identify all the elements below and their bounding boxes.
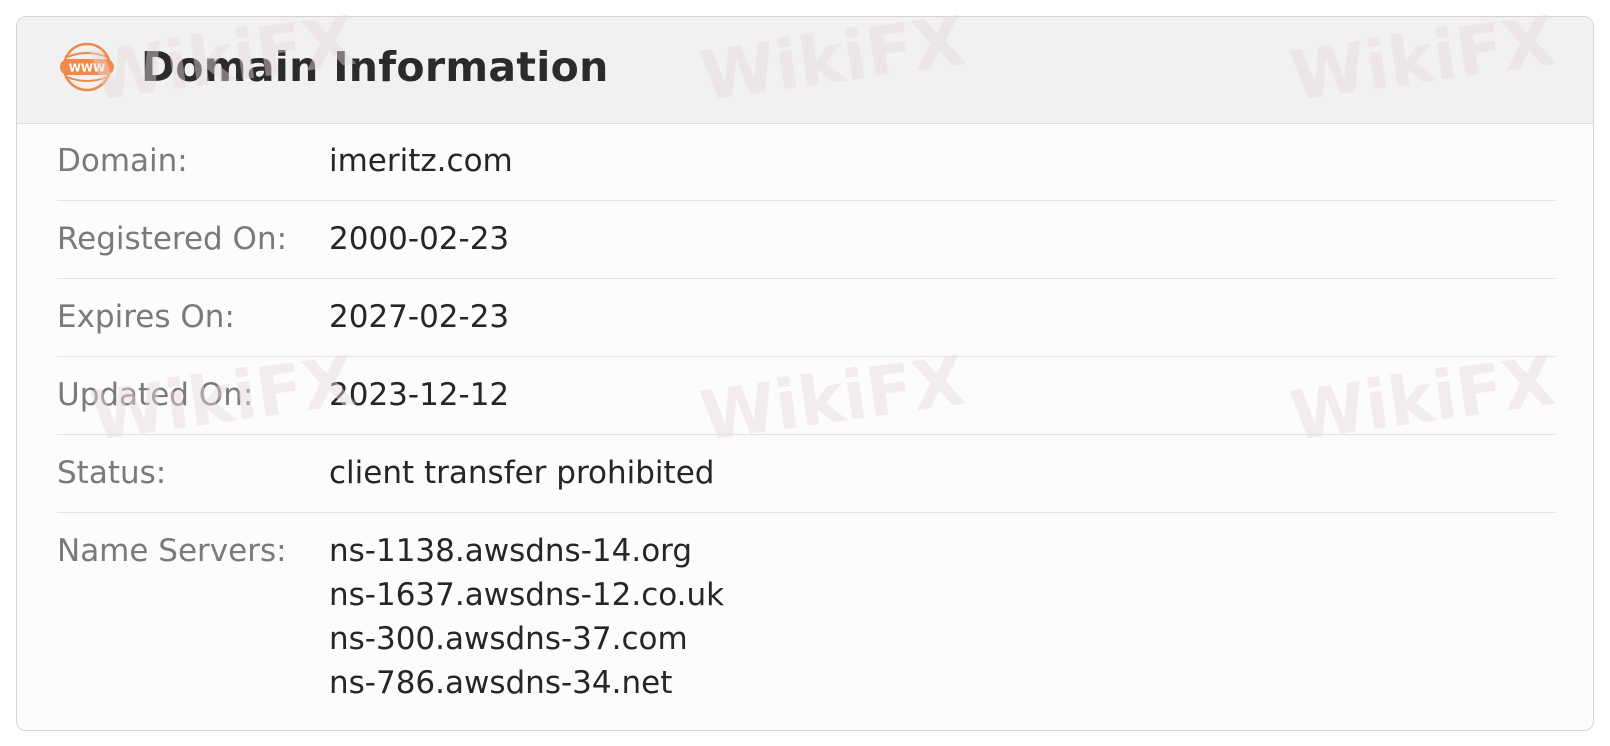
row-domain: Domain: imeritz.com bbox=[57, 123, 1555, 201]
expires-on-value: 2027-02-23 bbox=[329, 299, 510, 335]
card-header: WWW Domain Information bbox=[17, 17, 1593, 124]
status-value: client transfer prohibited bbox=[329, 455, 715, 491]
status-label: Status: bbox=[57, 455, 167, 491]
updated-on-value: 2023-12-12 bbox=[329, 377, 510, 413]
name-servers-label: Name Servers: bbox=[57, 533, 287, 569]
domain-value: imeritz.com bbox=[329, 143, 513, 179]
expires-on-label: Expires On: bbox=[57, 299, 235, 335]
name-server-item: ns-1138.awsdns-14.org bbox=[329, 533, 693, 569]
domain-information-card: WWW Domain Information Domain: imeritz.c… bbox=[16, 16, 1594, 731]
name-server-item: ns-786.awsdns-34.net bbox=[329, 665, 673, 701]
name-server-item: ns-1637.awsdns-12.co.uk bbox=[329, 577, 725, 613]
card-title: Domain Information bbox=[141, 43, 609, 91]
registered-on-value: 2000-02-23 bbox=[329, 221, 510, 257]
domain-info-table: Domain: imeritz.com Registered On: 2000-… bbox=[57, 123, 1555, 723]
www-icon-text: WWW bbox=[69, 62, 105, 75]
row-status: Status: client transfer prohibited bbox=[57, 435, 1555, 513]
row-name-servers: Name Servers: ns-1138.awsdns-14.org ns-1… bbox=[57, 513, 1555, 723]
row-expires-on: Expires On: 2027-02-23 bbox=[57, 279, 1555, 357]
updated-on-label: Updated On: bbox=[57, 377, 254, 413]
name-servers-list: ns-1138.awsdns-14.org ns-1637.awsdns-12.… bbox=[329, 529, 724, 705]
row-registered-on: Registered On: 2000-02-23 bbox=[57, 201, 1555, 279]
name-server-item: ns-300.awsdns-37.com bbox=[329, 621, 688, 657]
domain-label: Domain: bbox=[57, 143, 188, 179]
registered-on-label: Registered On: bbox=[57, 221, 288, 257]
www-globe-icon: WWW bbox=[60, 42, 114, 92]
row-updated-on: Updated On: 2023-12-12 bbox=[57, 357, 1555, 435]
